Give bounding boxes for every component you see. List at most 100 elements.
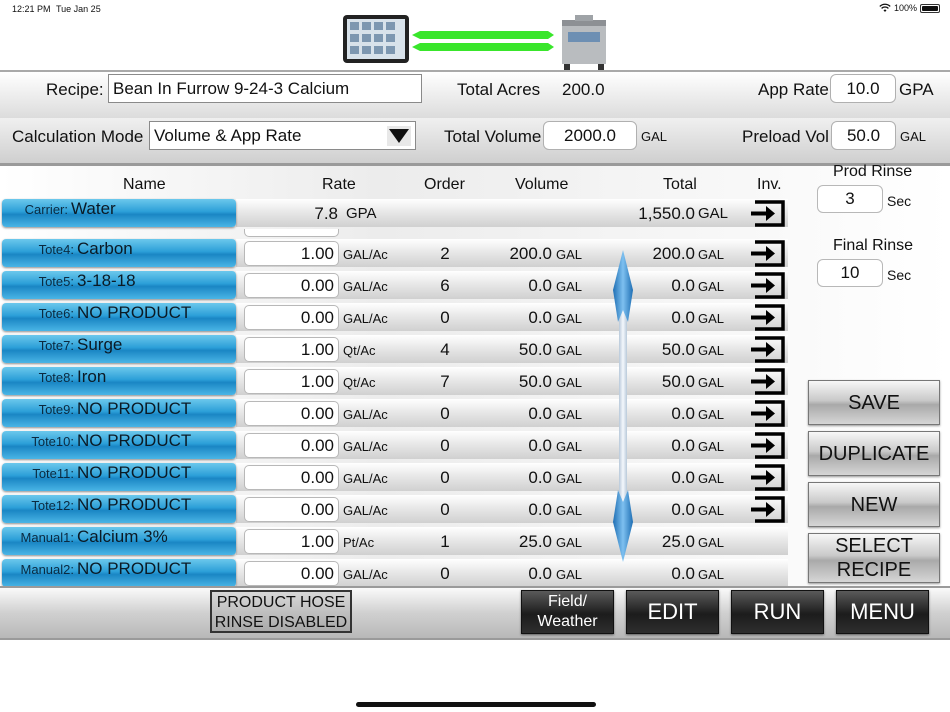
product-prefix: Tote4:	[38, 242, 74, 257]
rate-unit: GAL/Ac	[343, 503, 388, 518]
app-rate-input[interactable]: 10.0	[830, 74, 896, 103]
product-name-button[interactable]: Tote5: 3-18-18	[2, 271, 236, 299]
edit-label: EDIT	[647, 599, 698, 624]
product-name: Surge	[77, 335, 123, 354]
rate-input[interactable]: 0.00	[244, 305, 339, 330]
volume-unit: GAL	[556, 375, 583, 390]
select-recipe-button[interactable]: SELECT RECIPE	[808, 533, 940, 583]
product-hose-rinse-button[interactable]: PRODUCT HOSE RINSE DISABLED	[210, 590, 352, 633]
arrow-into-box-icon[interactable]	[749, 335, 787, 364]
scroll-indicator[interactable]	[612, 250, 634, 562]
run-button[interactable]: RUN	[731, 590, 824, 634]
table-row: Manual2: NO PRODUCT 0.00 GAL/Ac 0 0.0 GAL 0.0 GA…	[0, 558, 790, 588]
field-label-1: Field/	[547, 593, 588, 610]
total-volume-value: 2000.0	[564, 125, 616, 145]
volume-value: 0.0	[528, 404, 552, 423]
arrow-into-box-icon[interactable]	[749, 399, 787, 428]
total-volume-input[interactable]: 2000.0	[543, 121, 637, 150]
product-prefix: Manual2:	[20, 562, 74, 577]
arrow-into-box-icon[interactable]	[749, 431, 787, 460]
prod-rinse-unit: Sec	[887, 193, 912, 209]
total-unit: GAL	[698, 279, 725, 294]
product-name-button[interactable]: Manual1: Calcium 3%	[2, 527, 236, 555]
product-name: Calcium 3%	[77, 527, 168, 546]
col-header-rate: Rate	[322, 176, 356, 193]
order-value: 0	[440, 404, 450, 423]
product-name-button[interactable]: Tote12: NO PRODUCT	[2, 495, 236, 523]
product-name-button[interactable]: Tote11: NO PRODUCT	[2, 463, 236, 491]
total-unit: GAL	[698, 503, 725, 518]
home-indicator[interactable]	[356, 702, 596, 707]
rate-unit: GAL/Ac	[343, 471, 388, 486]
product-name-button[interactable]: Tote6: NO PRODUCT	[2, 303, 236, 331]
carrier-name-button[interactable]: Carrier: Water	[2, 199, 236, 227]
product-name: NO PRODUCT	[77, 559, 192, 578]
rate-unit: Pt/Ac	[343, 535, 375, 550]
final-rinse-unit: Sec	[887, 267, 912, 283]
recipe-input[interactable]: Bean In Furrow 9-24-3 Calcium	[108, 74, 422, 103]
arrow-into-box-icon[interactable]	[749, 495, 787, 524]
rate-unit: GAL/Ac	[343, 439, 388, 454]
total-volume-label: Total Volume	[444, 127, 542, 146]
final-rinse-input[interactable]: 10	[817, 259, 883, 287]
rate-input[interactable]: 0.00	[244, 401, 339, 426]
product-name-button[interactable]: Tote10: NO PRODUCT	[2, 431, 236, 459]
save-button[interactable]: SAVE	[808, 380, 940, 425]
total-unit: GAL	[698, 567, 725, 582]
volume-unit: GAL	[556, 311, 583, 326]
arrow-into-box-icon[interactable]	[749, 239, 787, 268]
volume-value: 200.0	[509, 244, 552, 263]
rate-input[interactable]: 1.00	[244, 241, 339, 266]
calc-mode-select[interactable]: Volume & App Rate	[149, 121, 416, 150]
rate-input[interactable]: 0.00	[244, 465, 339, 490]
product-name: NO PRODUCT	[77, 303, 192, 322]
col-header-total: Total	[663, 176, 697, 193]
arrow-into-box-icon[interactable]	[749, 463, 787, 492]
field-weather-button[interactable]: Field/ Weather	[521, 590, 614, 634]
product-name-button[interactable]: Manual2: NO PRODUCT	[2, 559, 236, 587]
table-row: Tote10: NO PRODUCT 0.00 GAL/Ac 0 0.0 GAL 0.0 GAL	[0, 430, 790, 460]
product-name-button[interactable]: Tote8: Iron	[2, 367, 236, 395]
new-label: NEW	[850, 493, 898, 516]
rate-input[interactable]: 1.00	[244, 529, 339, 554]
recipe-label: Recipe:	[46, 80, 104, 99]
product-name-button[interactable]: Tote4: Carbon	[2, 239, 236, 267]
table-row: Tote8: Iron 1.00 Qt/Ac 7 50.0 GAL 50.0 GAL	[0, 366, 790, 396]
rate-input[interactable]: 0.00	[244, 273, 339, 298]
preload-vol-value: 50.0	[846, 125, 881, 145]
product-name-button[interactable]: Tote9: NO PRODUCT	[2, 399, 236, 427]
triangle-down-icon[interactable]	[387, 126, 411, 146]
rate-input[interactable]: 1.00	[244, 337, 339, 362]
select-recipe-label-1: SELECT	[835, 535, 913, 557]
arrow-into-box-icon[interactable]	[749, 367, 787, 396]
duplicate-button[interactable]: DUPLICATE	[808, 431, 940, 476]
product-name-button[interactable]: Tote7: Surge	[2, 335, 236, 363]
rate-input[interactable]: 0.00	[244, 561, 339, 586]
product-prefix: Tote12:	[31, 498, 74, 513]
new-button[interactable]: NEW	[808, 482, 940, 527]
product-name: Iron	[77, 367, 107, 386]
order-value: 0	[440, 468, 450, 487]
volume-unit: GAL	[556, 439, 583, 454]
app-rate-value: 10.0	[846, 78, 880, 98]
preload-vol-input[interactable]: 50.0	[831, 121, 896, 150]
arrow-into-box-icon[interactable]	[749, 271, 787, 300]
total-acres-value: 200.0	[562, 80, 605, 99]
rate-input[interactable]: 0.00	[244, 497, 339, 522]
arrow-into-box-icon[interactable]	[749, 303, 787, 332]
rate-unit: GAL/Ac	[343, 247, 388, 262]
rate-input[interactable]: 1.00	[244, 369, 339, 394]
total-unit: GAL	[698, 343, 725, 358]
menu-button[interactable]: MENU	[836, 590, 929, 634]
product-prefix: Tote6:	[38, 306, 74, 321]
prod-rinse-input[interactable]: 3	[817, 185, 883, 213]
preload-vol-unit: GAL	[900, 129, 927, 144]
arrow-into-box-icon[interactable]	[749, 199, 787, 228]
product-name: NO PRODUCT	[77, 495, 192, 514]
product-prefix: Tote5:	[38, 274, 74, 289]
header-graphic	[343, 15, 606, 70]
volume-value: 0.0	[528, 308, 552, 327]
table-row: Tote7: Surge 1.00 Qt/Ac 4 50.0 GAL 50.0 GAL	[0, 334, 790, 364]
rate-input[interactable]: 0.00	[244, 433, 339, 458]
edit-button[interactable]: EDIT	[626, 590, 719, 634]
